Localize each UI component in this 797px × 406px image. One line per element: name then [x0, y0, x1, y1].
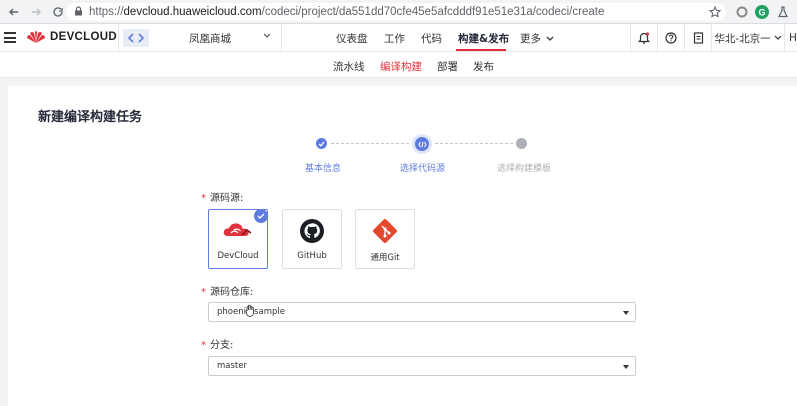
- lock-icon: [74, 5, 83, 19]
- repo-select[interactable]: phoenix-sample: [208, 302, 636, 322]
- subnav-deploy[interactable]: 部署: [437, 59, 458, 74]
- active-tab-indicator: [456, 49, 506, 51]
- svg-text:G: G: [758, 8, 765, 18]
- address-bar[interactable]: https://devcloud.huaweicloud.com/codeci/…: [66, 3, 726, 21]
- github-icon: [299, 218, 325, 248]
- repo-label: * 源码仓库:: [201, 287, 254, 298]
- chevron-down-icon: [774, 35, 782, 40]
- sub-navigation: 流水线 编译构建 部署 发布: [0, 52, 797, 78]
- step-current-code-icon: [412, 134, 432, 154]
- subnav-release[interactable]: 发布: [473, 59, 494, 74]
- source-github-label: GitHub: [297, 251, 327, 261]
- branch-select-value: master: [217, 361, 247, 371]
- url-text: https://devcloud.huaweicloud.com/codeci/…: [89, 6, 605, 18]
- nav-build-release[interactable]: 构建&发布: [458, 31, 509, 46]
- step-label-select-template: 选择构建模板: [497, 164, 552, 174]
- git-icon: [372, 218, 398, 248]
- subnav-build[interactable]: 编译构建: [380, 59, 422, 74]
- notification-bell-icon[interactable]: [630, 24, 657, 52]
- step-connector: [435, 143, 513, 144]
- step-connector: [331, 143, 409, 144]
- region-label: 华北-北京一: [714, 32, 771, 45]
- mouse-cursor-icon: [245, 304, 254, 317]
- caret-down-icon: [623, 311, 629, 315]
- branch-select[interactable]: master: [208, 356, 636, 376]
- region-selector[interactable]: 华北-北京一: [711, 24, 784, 52]
- reload-icon[interactable]: [50, 4, 66, 20]
- extension-circle-icon[interactable]: [734, 4, 750, 20]
- star-icon[interactable]: [707, 4, 723, 20]
- nav-code[interactable]: 代码: [421, 31, 442, 46]
- step-done-check-icon: [316, 138, 327, 149]
- branch-label: * 分支:: [201, 340, 234, 351]
- step-pending-dot: [516, 138, 527, 149]
- forward-icon[interactable]: [28, 4, 44, 20]
- nav-more[interactable]: 更多: [520, 31, 554, 46]
- devcloud-icon: [222, 218, 254, 246]
- browser-toolbar: https://devcloud.huaweicloud.com/codeci/…: [0, 0, 797, 24]
- extension-g-icon[interactable]: G: [754, 4, 770, 20]
- help-icon[interactable]: [657, 24, 684, 52]
- source-card-github[interactable]: GitHub: [282, 209, 342, 269]
- user-menu[interactable]: H: [784, 24, 797, 52]
- page-title: 新建编译构建任务: [38, 110, 143, 125]
- source-devcloud-label: DevCloud: [217, 251, 259, 261]
- user-initial: H: [789, 32, 797, 44]
- step-label-select-source: 选择代码源: [400, 164, 446, 174]
- flask-icon[interactable]: [775, 4, 791, 20]
- document-icon[interactable]: [684, 24, 711, 52]
- back-icon[interactable]: [6, 4, 22, 20]
- caret-down-icon: [623, 365, 629, 369]
- source-label: * 源码源:: [201, 193, 244, 204]
- subnav-pipeline[interactable]: 流水线: [333, 59, 365, 74]
- selected-check-icon: [254, 209, 268, 223]
- nav-work[interactable]: 工作: [384, 31, 405, 46]
- source-git-label: 通用Git: [370, 253, 400, 263]
- step-label-basic-info: 基本信息: [305, 164, 342, 174]
- chevron-down-icon: [546, 36, 554, 41]
- source-card-devcloud[interactable]: DevCloud: [208, 209, 268, 269]
- source-card-git[interactable]: 通用Git: [355, 209, 415, 269]
- nav-dashboard[interactable]: 仪表盘: [336, 31, 368, 46]
